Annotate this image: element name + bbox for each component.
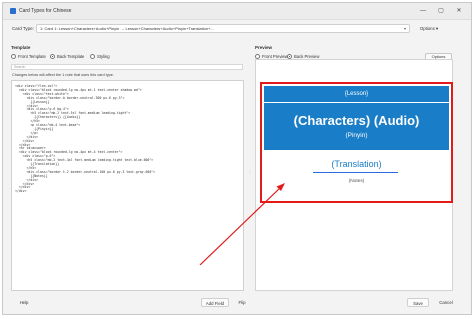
front-template-radio[interactable]	[11, 54, 16, 59]
add-field-button[interactable]: Add Field	[201, 298, 229, 307]
panel-splitter-handle[interactable]: ⋮	[248, 169, 252, 174]
code-line: </div>	[15, 189, 27, 194]
highlight-box: {Lesson} (Characters) (Audio) (Pinyin) (…	[260, 82, 453, 203]
maximize-button[interactable]: ▢	[435, 6, 447, 16]
card-type-options-button[interactable]: Options ▾	[416, 24, 442, 33]
card-preview: {Lesson} (Characters) (Audio) (Pinyin) (…	[255, 59, 453, 291]
template-section-title: Template	[11, 45, 31, 50]
template-search-input[interactable]: Search	[11, 64, 243, 70]
styling-radio[interactable]	[90, 54, 95, 59]
cancel-button[interactable]: Cancel	[435, 298, 457, 307]
card-type-row: Card Type: 1: Card 1: Lesson+Characters+…	[3, 21, 471, 37]
help-button[interactable]: Help	[17, 298, 31, 307]
template-code-editor[interactable]: <div class="flex-col"> <div class="block…	[11, 80, 244, 291]
preview-panel: Preview Front Preview Back Preview Optio…	[255, 43, 454, 291]
front-template-label[interactable]: Front Template	[18, 54, 46, 59]
close-button[interactable]: ✕	[453, 6, 465, 16]
minimize-button[interactable]: —	[417, 6, 429, 16]
chevron-down-icon: ▾	[403, 26, 406, 31]
pinyin-text: (Pinyin)	[345, 132, 368, 139]
card-type-select[interactable]: 1: Card 1: Lesson+Characters+Audio+Pinyi…	[36, 24, 410, 33]
back-template-label[interactable]: Back Template	[57, 54, 84, 59]
preview-section-title: Preview	[255, 45, 273, 50]
characters-block: (Characters) (Audio) (Pinyin)	[264, 103, 449, 150]
notes-text: (Notes)	[348, 179, 365, 184]
window-title: Card Types for Chinese	[19, 8, 72, 14]
card-type-value: 1: Card 1: Lesson+Characters+Audio+Pinyi…	[40, 26, 214, 31]
template-radio-group: Front Template Back Template Styling	[11, 53, 211, 61]
translation-underline	[313, 172, 398, 173]
template-panel: Template Front Template Back Template St…	[11, 43, 244, 291]
app-icon	[10, 8, 16, 14]
styling-label[interactable]: Styling	[97, 54, 110, 59]
template-notice: Changes below will affect the 1 note tha…	[12, 73, 114, 77]
bottom-bar: Help Add Field Flip Save Cancel	[3, 294, 471, 314]
characters-audio-text: (Characters) (Audio)	[293, 113, 420, 128]
card-type-label: Card Type:	[12, 26, 34, 31]
card-types-window: Card Types for Chinese — ▢ ✕ Card Type: …	[2, 2, 472, 315]
translation-text: (Translation)	[331, 159, 382, 169]
title-bar: Card Types for Chinese — ▢ ✕	[3, 3, 471, 20]
back-template-radio[interactable]	[50, 54, 55, 59]
save-button[interactable]: Save	[407, 298, 429, 307]
lesson-header: {Lesson}	[264, 86, 449, 102]
flip-button[interactable]: Flip	[235, 298, 249, 307]
